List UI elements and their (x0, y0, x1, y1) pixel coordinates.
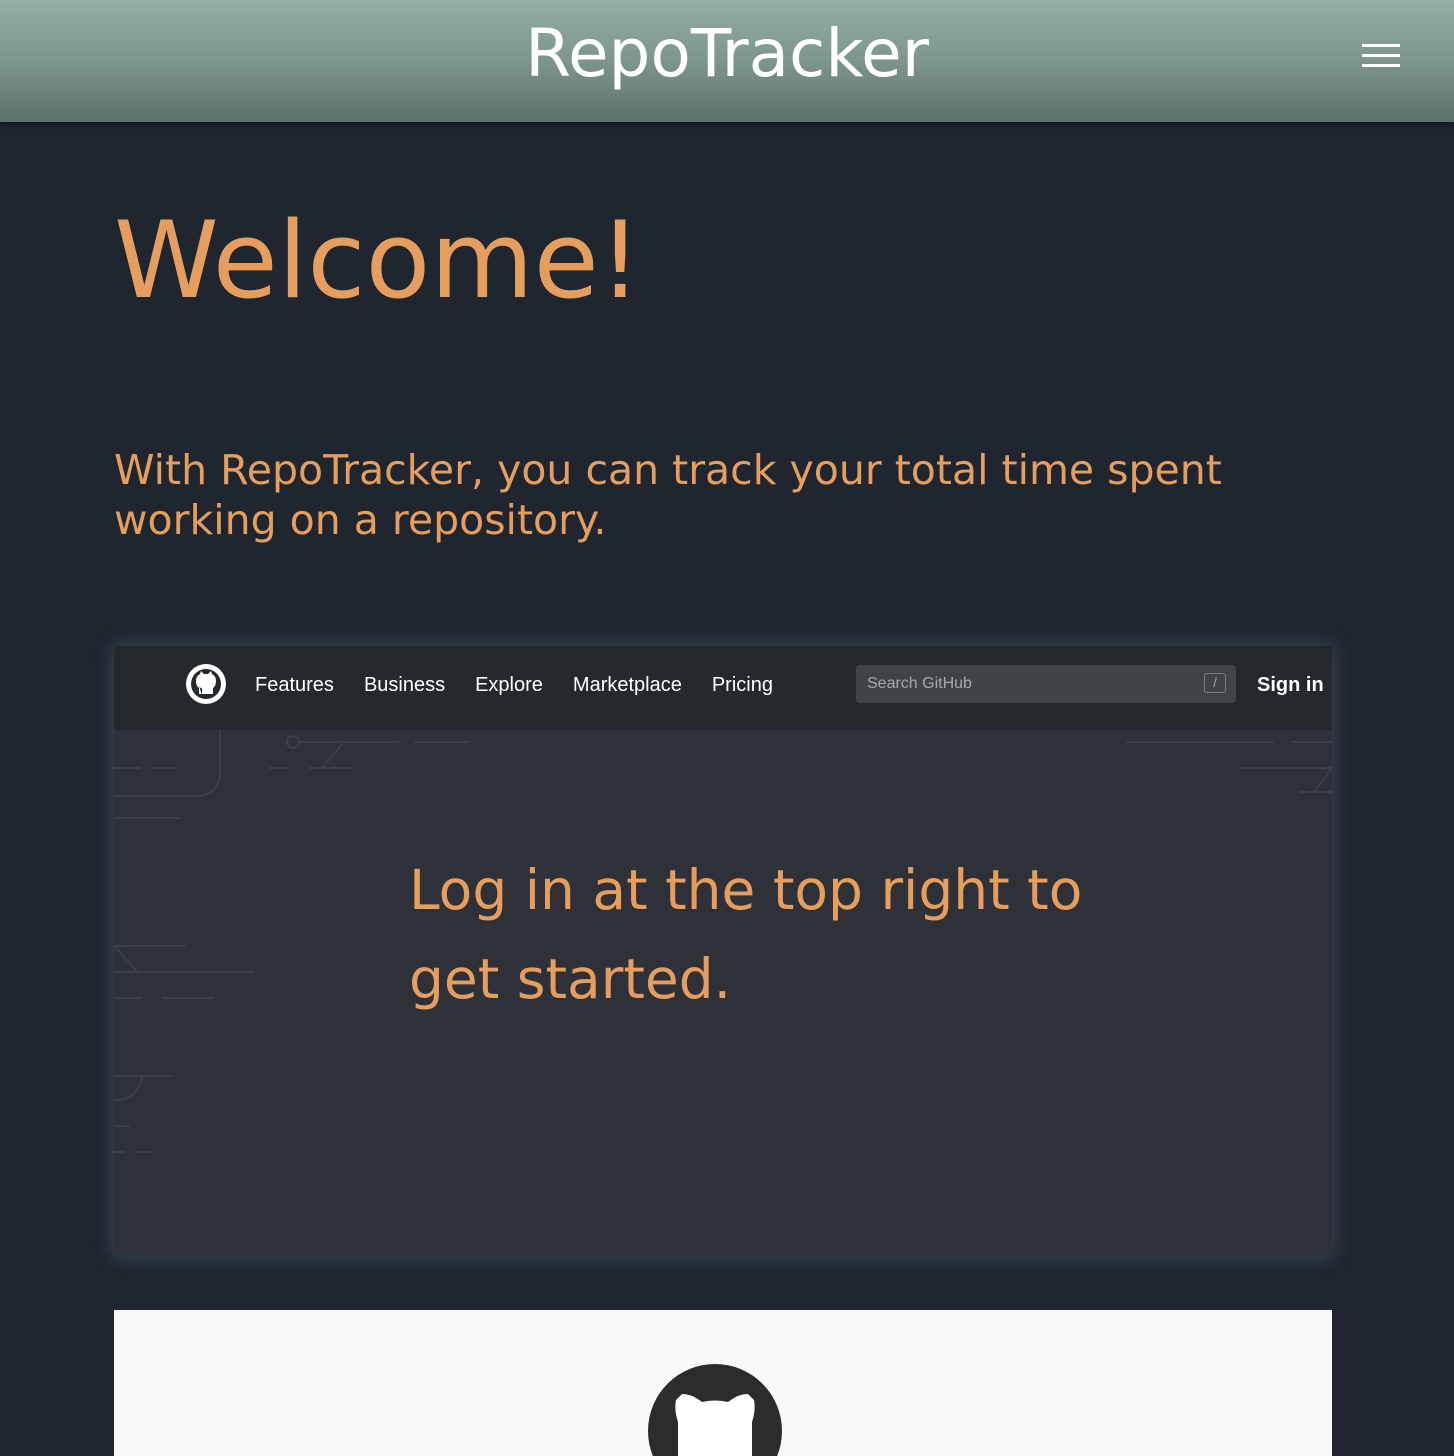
github-navbar: Features Business Explore Marketplace Pr… (114, 646, 1332, 730)
sign-in-link[interactable]: Sign in (1257, 672, 1324, 698)
github-nav-links: Features Business Explore Marketplace Pr… (255, 672, 803, 698)
welcome-heading: Welcome! (114, 199, 642, 322)
brand-title[interactable]: RepoTracker (0, 14, 1454, 94)
nav-link-marketplace[interactable]: Marketplace (573, 672, 682, 698)
nav-link-explore[interactable]: Explore (475, 672, 543, 698)
nav-link-business[interactable]: Business (364, 672, 445, 698)
github-search-input[interactable]: Search GitHub / (856, 665, 1236, 703)
octocat-icon (648, 1364, 782, 1456)
intro-text: With RepoTracker, you can track your tot… (114, 446, 1222, 544)
nav-link-features[interactable]: Features (255, 672, 334, 698)
top-bar: RepoTracker (0, 0, 1454, 122)
search-shortcut-badge: / (1204, 673, 1226, 693)
github-logo-icon[interactable] (186, 664, 226, 704)
hamburger-menu-icon[interactable] (1362, 44, 1400, 72)
octocat-card (114, 1310, 1332, 1456)
search-placeholder: Search GitHub (867, 675, 972, 692)
login-instruction: Log in at the top right to get started. (409, 858, 1083, 1011)
nav-link-pricing[interactable]: Pricing (712, 672, 773, 698)
